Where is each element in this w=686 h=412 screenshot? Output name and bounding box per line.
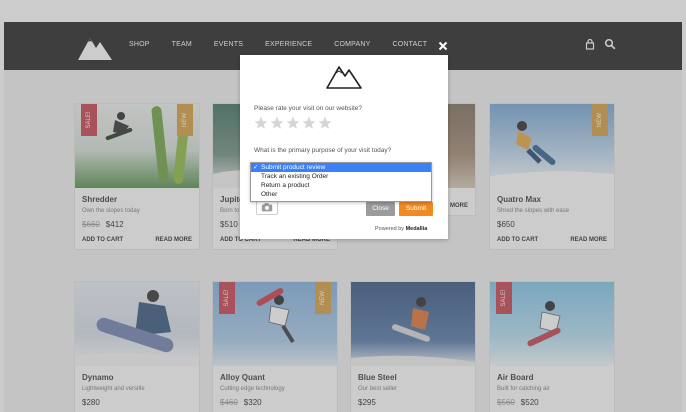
powered-by: Powered by Medallia	[375, 226, 428, 232]
purpose-dropdown[interactable]: ✓ Submit product review Track an existing…	[250, 162, 432, 202]
submit-button[interactable]: Submit	[399, 202, 433, 216]
dropdown-option[interactable]: ✓ Submit product review	[251, 163, 431, 172]
check-icon: ✓	[253, 164, 259, 171]
star-icon[interactable]	[318, 116, 332, 130]
mountain-logo-icon	[326, 66, 362, 89]
star-rating[interactable]	[254, 116, 332, 130]
star-icon[interactable]	[270, 116, 284, 130]
star-icon[interactable]	[254, 116, 268, 130]
page-frame: SHOP TEAM EVENTS EXPERIENCE COMPANY CONT…	[0, 0, 686, 412]
star-icon[interactable]	[286, 116, 300, 130]
dropdown-option[interactable]: Track an existing Order	[251, 172, 431, 181]
star-icon[interactable]	[302, 116, 316, 130]
dropdown-option[interactable]: Return a product	[251, 181, 431, 190]
rating-question: Please rate your visit on our website?	[254, 105, 363, 112]
dropdown-option[interactable]: Other	[251, 190, 431, 199]
close-button[interactable]: Close	[366, 202, 395, 216]
camera-icon[interactable]	[256, 200, 278, 215]
feedback-modal: Please rate your visit on our website? W…	[240, 55, 448, 239]
purpose-question: What is the primary purpose of your visi…	[254, 147, 392, 154]
brand-name: Medallia	[405, 226, 428, 232]
close-icon[interactable]	[438, 41, 448, 51]
